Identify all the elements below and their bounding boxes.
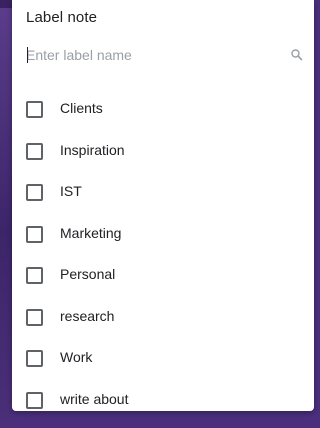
label-item-inspiration[interactable]: Inspiration bbox=[26, 138, 306, 180]
label-item-label: Personal bbox=[60, 262, 115, 286]
label-item-label: Inspiration bbox=[60, 138, 125, 162]
label-item-work[interactable]: Work bbox=[26, 345, 306, 387]
text-caret bbox=[27, 47, 28, 63]
search-row bbox=[26, 43, 306, 67]
label-item-label: research bbox=[60, 304, 114, 328]
checkbox-marketing[interactable] bbox=[26, 226, 43, 243]
checkbox-inspiration[interactable] bbox=[26, 143, 43, 160]
label-item-label: Clients bbox=[60, 96, 103, 120]
checkbox-write-about[interactable] bbox=[26, 392, 43, 409]
checkbox-clients[interactable] bbox=[26, 101, 43, 118]
label-item-label: write about bbox=[60, 387, 128, 411]
checkbox-personal[interactable] bbox=[26, 267, 43, 284]
checkbox-ist[interactable] bbox=[26, 184, 43, 201]
background-app bbox=[0, 0, 12, 419]
label-item-label: IST bbox=[60, 179, 82, 203]
label-note-popup: Label note Clients Inspiration IST Marke… bbox=[12, 0, 314, 411]
label-item-marketing[interactable]: Marketing bbox=[26, 221, 306, 263]
checkbox-work[interactable] bbox=[26, 350, 43, 367]
popup-title: Label note bbox=[26, 9, 97, 26]
label-item-clients[interactable]: Clients bbox=[26, 96, 306, 138]
label-item-ist[interactable]: IST bbox=[26, 179, 306, 221]
label-name-input[interactable] bbox=[26, 43, 276, 67]
label-item-write-about[interactable]: write about bbox=[26, 387, 306, 428]
search-icon bbox=[289, 47, 305, 63]
label-item-personal[interactable]: Personal bbox=[26, 262, 306, 304]
label-item-research[interactable]: research bbox=[26, 304, 306, 346]
label-item-label: Marketing bbox=[60, 221, 121, 245]
label-list: Clients Inspiration IST Marketing Person… bbox=[26, 96, 306, 428]
label-item-label: Work bbox=[60, 345, 92, 369]
checkbox-research[interactable] bbox=[26, 309, 43, 326]
